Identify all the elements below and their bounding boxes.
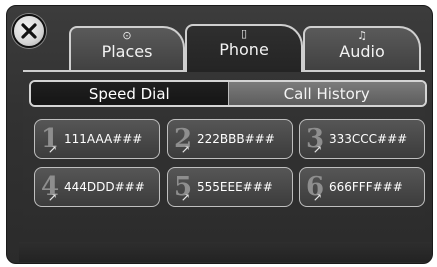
speed-dial-button-4[interactable]: 4 ↗ 444DDD### bbox=[34, 167, 160, 207]
tab-audio-label: Audio bbox=[339, 42, 385, 61]
speed-dial-label: 444DDD### bbox=[64, 180, 145, 194]
handset-icon: ↗ bbox=[181, 191, 191, 204]
speed-dial-button-6[interactable]: 6 ↗ 666FFF### bbox=[299, 167, 425, 207]
speed-dial-number: 4 ↗ bbox=[40, 172, 60, 204]
handset-icon: ↗ bbox=[48, 143, 58, 156]
speed-dial-number: 5 ↗ bbox=[173, 172, 193, 204]
phone-screen: ⊙ Places ▯ Phone ♫ Audio Speed Dial Call… bbox=[6, 5, 433, 264]
tab-phone-label: Phone bbox=[219, 40, 269, 59]
speed-dial-label: 555EEE### bbox=[197, 180, 273, 194]
speed-dial-segment[interactable]: Speed Dial bbox=[31, 82, 228, 105]
call-history-segment[interactable]: Call History bbox=[227, 82, 425, 105]
bottom-bar bbox=[19, 242, 432, 262]
tab-audio[interactable]: ♫ Audio bbox=[303, 26, 421, 70]
handset-icon: ↗ bbox=[313, 143, 323, 156]
speed-dial-button-2[interactable]: 2 ↗ 222BBB### bbox=[167, 119, 293, 159]
navigation-icon: ⊙ bbox=[122, 29, 132, 42]
speed-dial-button-3[interactable]: 3 ↗ 333CCC### bbox=[299, 119, 425, 159]
handset-icon: ↗ bbox=[313, 191, 323, 204]
speed-dial-button-5[interactable]: 5 ↗ 555EEE### bbox=[167, 167, 293, 207]
phone-icon: ▯ bbox=[240, 27, 248, 40]
speed-dial-call-history-toggle: Speed Dial Call History bbox=[29, 80, 427, 107]
speed-dial-label: 666FFF### bbox=[329, 180, 403, 194]
handset-icon: ↗ bbox=[181, 143, 191, 156]
tab-phone[interactable]: ▯ Phone bbox=[185, 24, 303, 72]
speed-dial-button-1[interactable]: 1 ↗ 111AAA### bbox=[34, 119, 160, 159]
speed-dial-label: 222BBB### bbox=[197, 132, 275, 146]
tab-places[interactable]: ⊙ Places bbox=[69, 26, 185, 70]
handset-icon: ↗ bbox=[48, 191, 58, 204]
speed-dial-label: 333CCC### bbox=[329, 132, 408, 146]
music-note-icon: ♫ bbox=[357, 29, 367, 42]
close-icon bbox=[21, 23, 37, 39]
close-button[interactable] bbox=[12, 14, 46, 48]
speed-dial-number: 1 ↗ bbox=[40, 124, 60, 156]
speed-dial-number: 6 ↗ bbox=[305, 172, 325, 204]
speed-dial-number: 2 ↗ bbox=[173, 124, 193, 156]
tab-places-label: Places bbox=[101, 42, 153, 61]
speed-dial-number: 3 ↗ bbox=[305, 124, 325, 156]
speed-dial-label: 111AAA### bbox=[64, 132, 143, 146]
